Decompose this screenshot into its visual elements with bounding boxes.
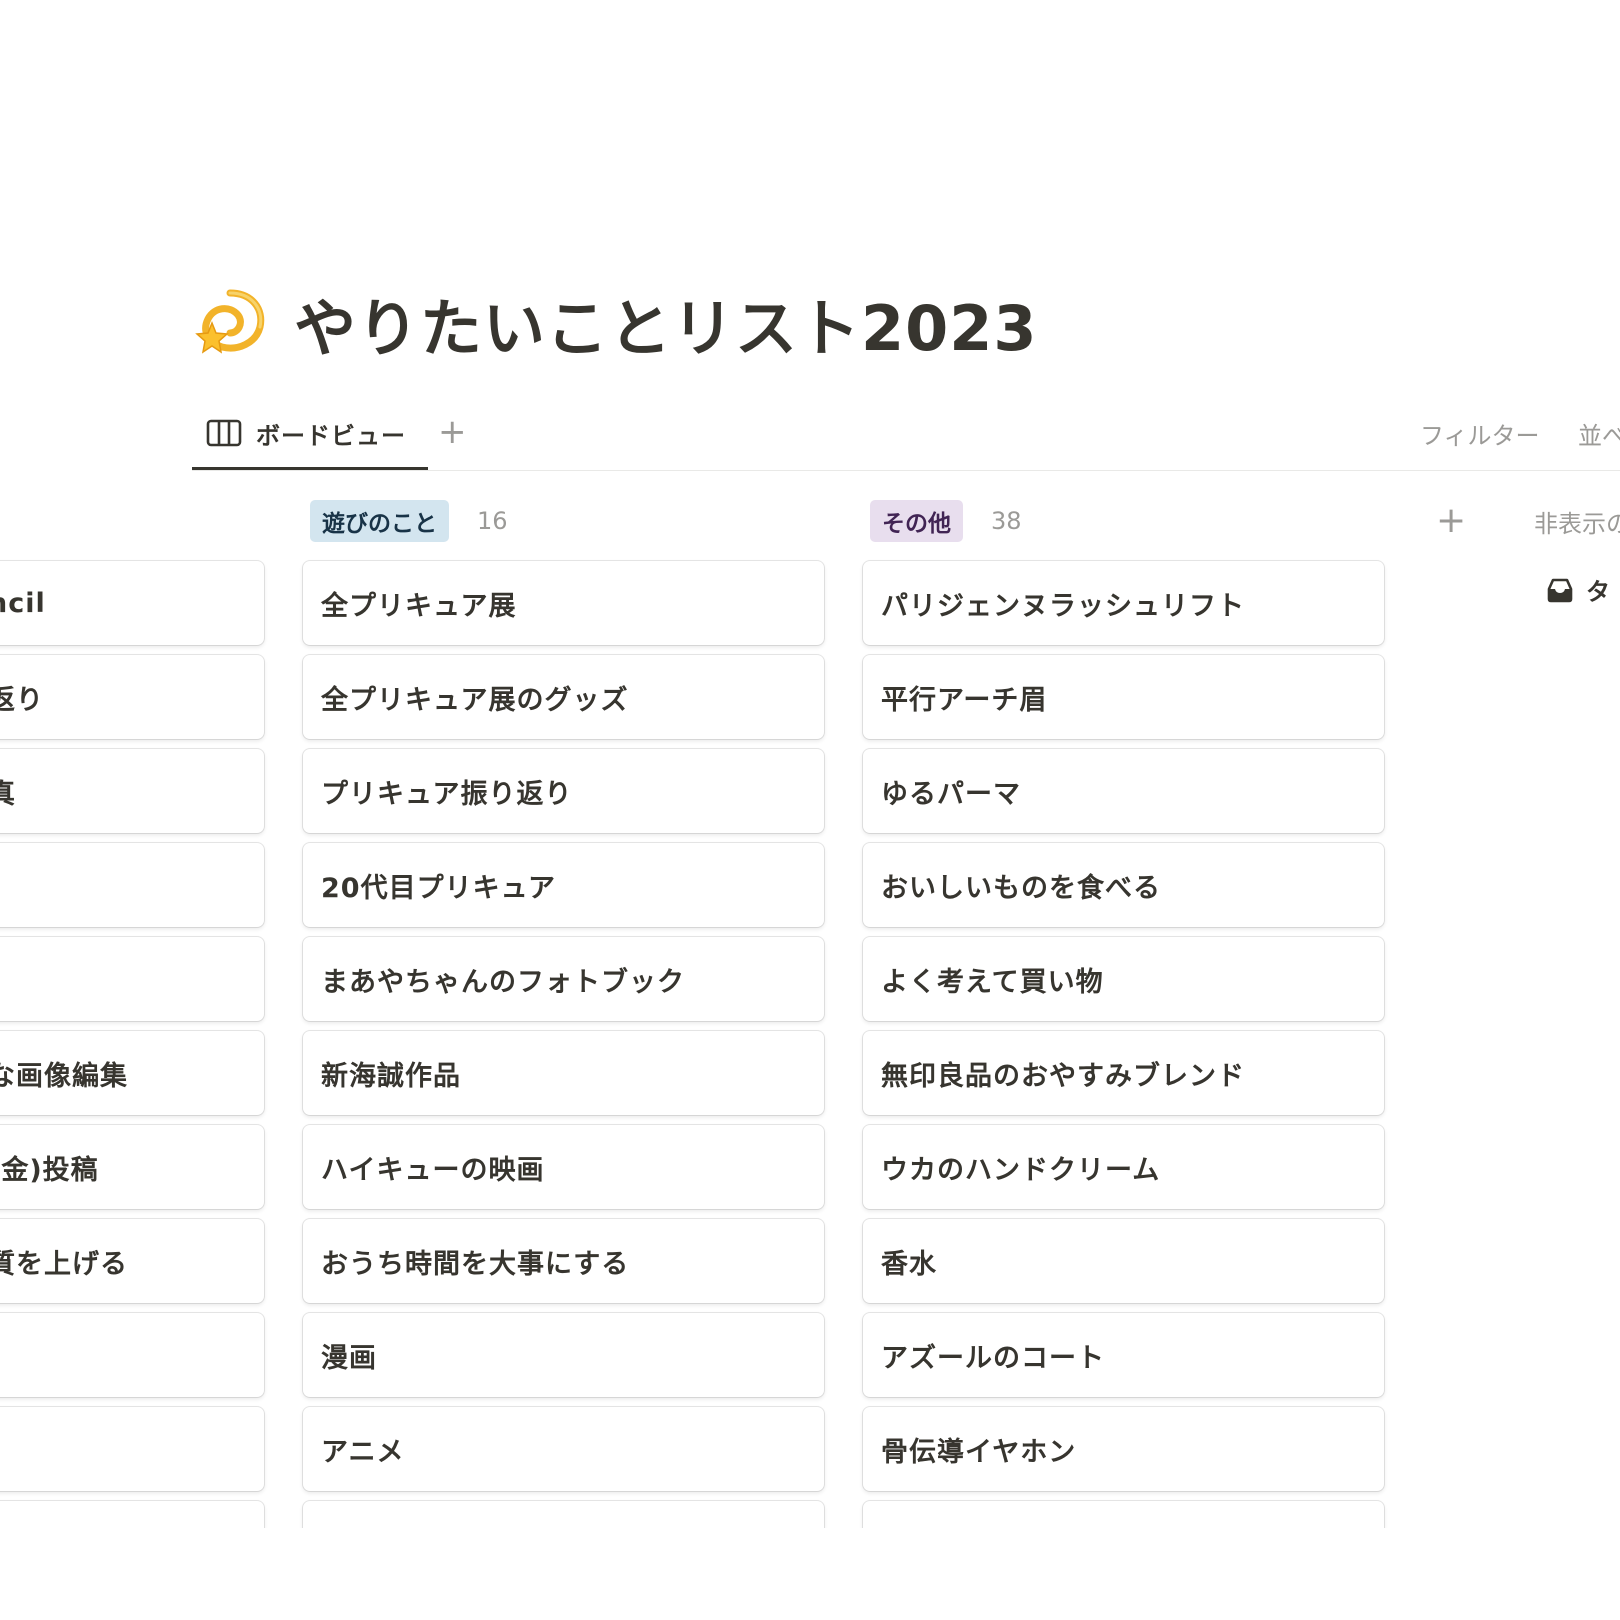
card[interactable]: 全プリキュア展のグッズ — [303, 655, 824, 739]
hidden-groups-label: 非表示の — [1534, 510, 1620, 538]
card[interactable]: プリキュア振り返り — [303, 749, 824, 833]
card[interactable]: 香水 — [863, 1219, 1384, 1303]
card[interactable]: な画像編集 — [0, 1031, 264, 1115]
card-title: 香水 — [881, 1248, 937, 1280]
card-title: 漫画 — [321, 1342, 377, 1374]
card[interactable] — [0, 1313, 264, 1397]
add-group-button[interactable]: + — [1436, 500, 1466, 542]
card[interactable]: (金)投稿 — [0, 1125, 264, 1209]
card-title: 全プリキュア展 — [321, 590, 517, 622]
card[interactable]: パリジェンヌラッシュリフト — [863, 561, 1384, 645]
group-tag-other: その他 — [870, 500, 963, 542]
card[interactable]: おいしいものを食べる — [863, 843, 1384, 927]
card-title: 真 — [0, 778, 16, 810]
card[interactable]: 20代目プリキュア — [303, 843, 824, 927]
card[interactable]: 全プリキュア展 — [303, 561, 824, 645]
sort-button[interactable]: 並べ — [1578, 416, 1620, 451]
filter-button[interactable]: フィルター — [1420, 416, 1540, 451]
card-title: (金)投稿 — [0, 1154, 99, 1186]
card-title: まあやちゃんのフォトブック — [321, 966, 685, 998]
hidden-group-item[interactable]: タ — [1546, 572, 1610, 607]
card[interactable]: 平行アーチ眉 — [863, 655, 1384, 739]
board-columns-icon — [206, 419, 242, 447]
card[interactable]: ゆるパーマ — [863, 749, 1384, 833]
tab-board-view[interactable]: ボードビュー — [206, 408, 406, 458]
card[interactable]: 無印良品のおやすみブレンド — [863, 1031, 1384, 1115]
group-header-other[interactable]: その他 38 — [870, 500, 1022, 542]
card[interactable]: ウカのハンドクリーム — [863, 1125, 1384, 1209]
card-title: おうち時間を大事にする — [321, 1248, 630, 1280]
dizzy-star-icon — [195, 289, 265, 354]
card[interactable]: 返り — [0, 655, 264, 739]
tabs-divider — [192, 470, 1620, 471]
card[interactable] — [0, 1407, 264, 1491]
card-title: アニメ — [321, 1436, 405, 1468]
group-header-play[interactable]: 遊びのこと 16 — [310, 500, 508, 542]
group-tag-play: 遊びのこと — [310, 500, 449, 542]
add-view-button[interactable]: + — [438, 412, 467, 452]
card[interactable]: 新海誠作品 — [303, 1031, 824, 1115]
card-title: 平行アーチ眉 — [881, 684, 1048, 716]
card-title: おいしいものを食べる — [881, 872, 1161, 904]
bottom-cutoff — [0, 1528, 1620, 1620]
card-title: プリキュア振り返り — [321, 778, 573, 810]
card[interactable]: よく考えて買い物 — [863, 937, 1384, 1021]
card[interactable]: ncil — [0, 561, 264, 645]
tab-board-view-label: ボードビュー — [256, 421, 406, 450]
card-title: 質を上げる — [0, 1248, 128, 1280]
card[interactable] — [0, 937, 264, 1021]
card-title: 新海誠作品 — [321, 1060, 461, 1092]
card-title: ウカのハンドクリーム — [881, 1154, 1161, 1186]
page-title-row: やりたいことリスト2023 — [190, 278, 1038, 368]
page-title: やりたいことリスト2023 — [294, 292, 1038, 365]
card[interactable]: 質を上げる — [0, 1219, 264, 1303]
card[interactable]: 骨伝導イヤホン — [863, 1407, 1384, 1491]
group-count-play: 16 — [477, 507, 508, 535]
card[interactable]: アズールのコート — [863, 1313, 1384, 1397]
hidden-group-item-label: タ — [1586, 578, 1610, 606]
card-title: 骨伝導イヤホン — [881, 1436, 1077, 1468]
group-count-other: 38 — [991, 507, 1022, 535]
card-title: よく考えて買い物 — [881, 966, 1104, 998]
card-title: な画像編集 — [0, 1060, 128, 1092]
card[interactable] — [0, 843, 264, 927]
card[interactable]: 真 — [0, 749, 264, 833]
card[interactable]: ハイキューの映画 — [303, 1125, 824, 1209]
card-title: ncil — [0, 587, 46, 619]
card-title: アズールのコート — [881, 1342, 1105, 1374]
card[interactable]: まあやちゃんのフォトブック — [303, 937, 824, 1021]
card-title: 全プリキュア展のグッズ — [321, 684, 629, 716]
card[interactable]: おうち時間を大事にする — [303, 1219, 824, 1303]
inbox-tray-icon — [1547, 578, 1573, 602]
card-title: 返り — [0, 684, 44, 716]
card[interactable]: 漫画 — [303, 1313, 824, 1397]
card-title: 無印良品のおやすみブレンド — [881, 1060, 1245, 1092]
card[interactable]: アニメ — [303, 1407, 824, 1491]
card-title: ハイキューの映画 — [321, 1154, 545, 1186]
card-title: パリジェンヌラッシュリフト — [881, 590, 1245, 622]
card-title: 20代目プリキュア — [321, 872, 557, 904]
card-title: ゆるパーマ — [881, 778, 1021, 810]
